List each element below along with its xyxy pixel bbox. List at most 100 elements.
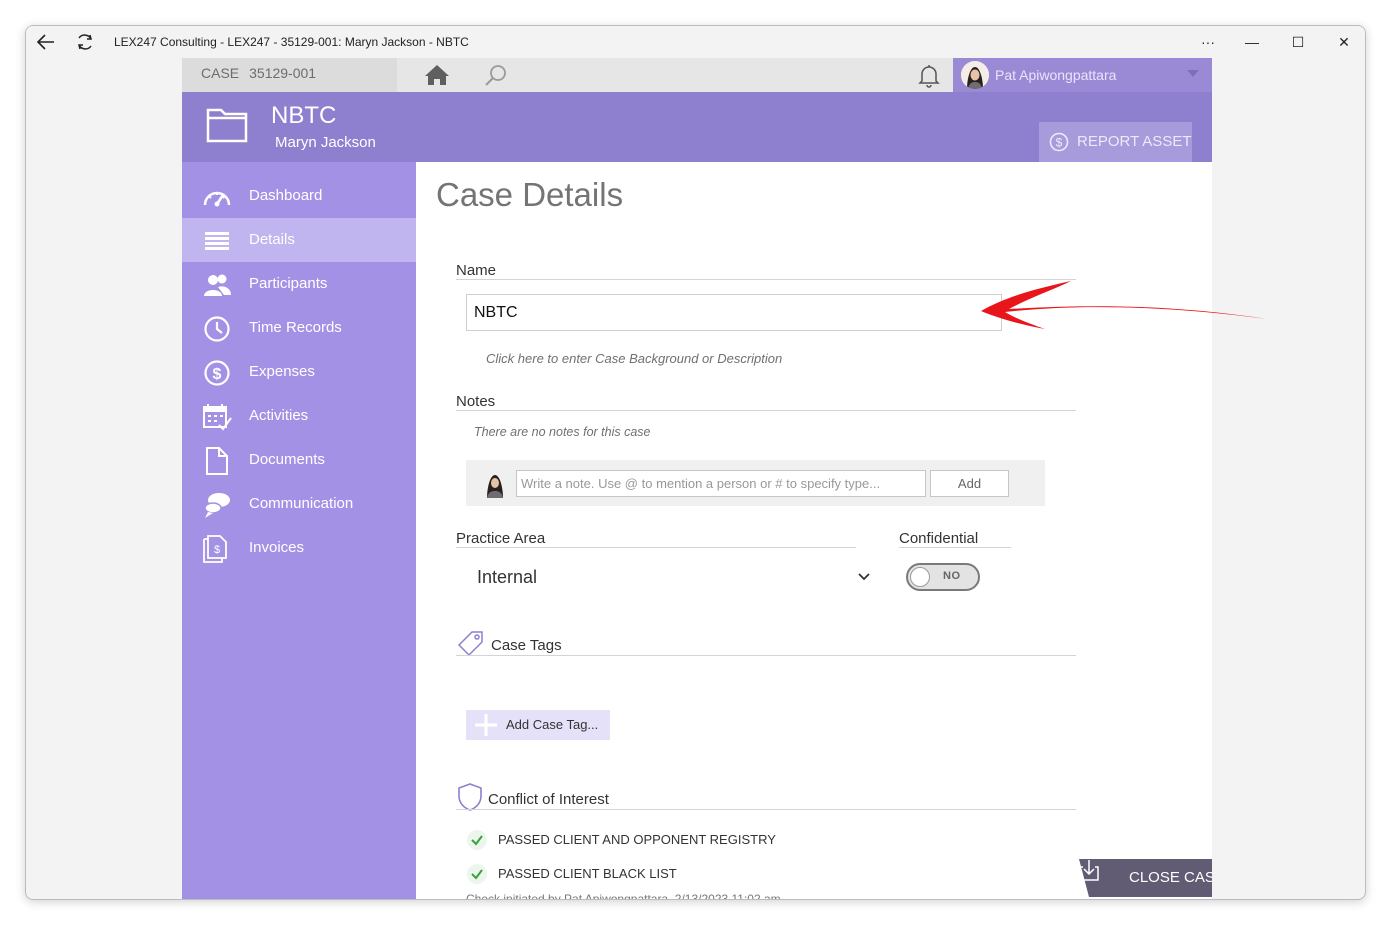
download-tray-icon xyxy=(1079,860,1099,881)
case-tags-label: Case Tags xyxy=(491,637,562,654)
top-bar: CASE 35129-001 Pat Apiwongpattara xyxy=(182,58,1212,92)
divider xyxy=(456,809,1076,810)
chevron-down-icon[interactable] xyxy=(1187,70,1199,78)
note-composer: Write a note. Use @ to mention a person … xyxy=(466,460,1045,506)
divider xyxy=(456,655,1076,656)
sidebar-item-label: Documents xyxy=(249,451,325,468)
case-client-name: Maryn Jackson xyxy=(275,134,376,151)
search-icon[interactable] xyxy=(484,64,508,86)
practice-area-select[interactable]: Internal xyxy=(466,562,876,592)
close-case-label: CLOSE CASE xyxy=(1129,869,1212,886)
note-input[interactable]: Write a note. Use @ to mention a person … xyxy=(516,470,926,497)
confidential-label: Confidential xyxy=(899,530,979,547)
check-circle-icon xyxy=(467,864,487,884)
divider xyxy=(456,410,1076,411)
sidebar-item-dashboard[interactable]: Dashboard xyxy=(182,174,416,218)
home-icon[interactable] xyxy=(424,64,450,86)
case-number: 35129-001 xyxy=(249,65,317,81)
divider xyxy=(899,547,1011,548)
title-bar: LEX247 Consulting - LEX247 - 35129-001: … xyxy=(26,26,1365,58)
people-icon xyxy=(204,274,231,296)
maximize-button[interactable]: ☐ xyxy=(1278,30,1318,54)
refresh-icon[interactable] xyxy=(74,31,96,53)
svg-text:$: $ xyxy=(213,366,222,383)
app-content: CASE 35129-001 Pat Apiwongpattara NBTC M… xyxy=(182,58,1212,900)
sidebar-item-label: Time Records xyxy=(249,319,342,336)
sidebar-item-invoices[interactable]: $ Invoices xyxy=(182,526,416,570)
case-header: NBTC Maryn Jackson $ REPORT ASSET xyxy=(182,92,1212,162)
add-case-tag-button[interactable]: Add Case Tag... xyxy=(466,710,610,740)
page-title: Case Details xyxy=(436,176,624,213)
conflict-check-text: PASSED CLIENT BLACK LIST xyxy=(498,866,677,881)
toggle-knob xyxy=(910,567,930,587)
shield-icon xyxy=(458,783,482,811)
user-menu[interactable]: Pat Apiwongpattara xyxy=(953,58,1212,92)
add-case-tag-label: Add Case Tag... xyxy=(506,717,599,732)
tag-icon xyxy=(457,631,483,657)
app-window: LEX247 Consulting - LEX247 - 35129-001: … xyxy=(25,25,1366,900)
conflict-of-interest-label: Conflict of Interest xyxy=(488,791,609,808)
confidential-toggle[interactable]: NO xyxy=(906,563,980,591)
calendar-check-icon xyxy=(203,404,232,431)
sidebar-item-expenses[interactable]: $ Expenses xyxy=(182,350,416,394)
bell-icon[interactable] xyxy=(916,62,942,88)
add-note-button[interactable]: Add xyxy=(930,470,1009,497)
toggle-state: NO xyxy=(943,570,961,582)
name-label: Name xyxy=(456,262,497,279)
more-options-button[interactable]: ··· xyxy=(1188,30,1228,54)
case-title: NBTC xyxy=(271,102,337,129)
sidebar-item-label: Communication xyxy=(249,495,354,512)
minimize-button[interactable]: — xyxy=(1232,30,1272,54)
description-placeholder[interactable]: Click here to enter Case Background or D… xyxy=(486,351,782,366)
sidebar-nav: Dashboard Details Participants Time Reco… xyxy=(182,162,416,899)
check-circle-icon xyxy=(467,830,487,850)
sidebar-item-documents[interactable]: Documents xyxy=(182,438,416,482)
clock-icon xyxy=(204,316,230,342)
sidebar-item-participants[interactable]: Participants xyxy=(182,262,416,306)
case-details-panel: Case Details Name NBTC Click here to ent… xyxy=(416,162,1212,900)
svg-text:$: $ xyxy=(1056,136,1063,150)
notes-empty-message: There are no notes for this case xyxy=(474,425,651,439)
chevron-down-icon xyxy=(858,573,870,581)
document-icon xyxy=(206,447,228,475)
gauge-icon xyxy=(203,191,231,207)
sidebar-item-label: Activities xyxy=(249,407,309,424)
folder-icon xyxy=(206,108,248,143)
sidebar-item-label: Details xyxy=(249,231,295,248)
case-name-input[interactable]: NBTC xyxy=(466,294,1002,331)
practice-area-label: Practice Area xyxy=(456,530,546,547)
plus-icon xyxy=(475,714,497,736)
avatar xyxy=(487,475,503,498)
red-arrow-annotation xyxy=(981,281,1267,329)
sidebar-item-label: Invoices xyxy=(249,539,305,556)
sidebar-item-time-records[interactable]: Time Records xyxy=(182,306,416,350)
dollar-circle-icon: $ xyxy=(204,360,230,386)
svg-text:$: $ xyxy=(214,544,220,556)
conflict-check-text: PASSED CLIENT AND OPPONENT REGISTRY xyxy=(498,832,776,847)
avatar xyxy=(961,61,989,89)
user-name: Pat Apiwongpattara xyxy=(995,67,1117,83)
back-arrow-icon[interactable] xyxy=(34,32,58,52)
case-number-box: CASE 35129-001 xyxy=(182,58,397,92)
invoice-icon: $ xyxy=(203,535,227,563)
user-photo-icon xyxy=(961,61,989,89)
sidebar-item-label: Expenses xyxy=(249,363,315,380)
sidebar-item-label: Participants xyxy=(249,275,328,292)
sidebar-item-communication[interactable]: Communication xyxy=(182,482,416,526)
case-label: CASE xyxy=(201,65,240,81)
close-window-button[interactable]: ✕ xyxy=(1324,30,1364,54)
close-case-button[interactable]: CLOSE CASE xyxy=(1079,859,1212,897)
sidebar-item-details[interactable]: Details xyxy=(182,218,416,262)
list-icon xyxy=(205,232,229,250)
sidebar-item-label: Dashboard xyxy=(249,187,323,204)
notes-label: Notes xyxy=(456,393,496,410)
sidebar-item-activities[interactable]: Activities xyxy=(182,394,416,438)
report-asset-label: REPORT ASSET xyxy=(1077,133,1192,150)
report-asset-button[interactable]: $ REPORT ASSET xyxy=(1039,122,1192,162)
practice-area-value: Internal xyxy=(477,567,538,587)
chat-icon xyxy=(204,493,230,518)
check-initiated-note: Check initiated by Pat Apiwongpattara, 2… xyxy=(466,892,781,900)
window-title: LEX247 Consulting - LEX247 - 35129-001: … xyxy=(114,35,469,49)
dollar-circle-icon: $ xyxy=(1049,132,1069,152)
divider xyxy=(456,547,856,548)
